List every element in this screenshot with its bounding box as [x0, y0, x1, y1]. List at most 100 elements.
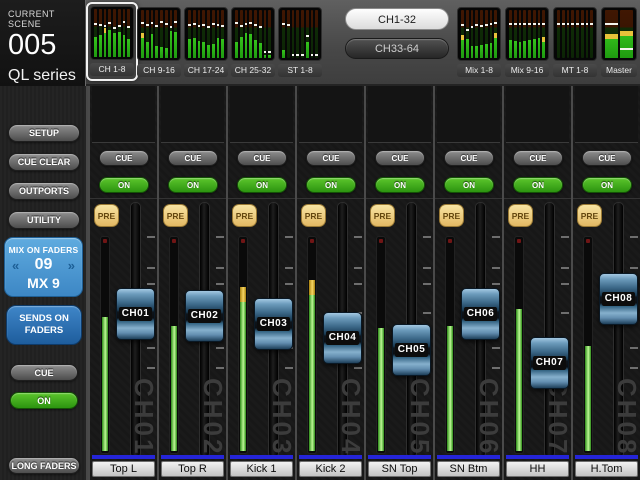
mini-meter-column: [292, 10, 295, 58]
meter-block-mix-1-8[interactable]: Mix 1-8: [457, 7, 501, 77]
channel-on-button[interactable]: ON: [444, 177, 494, 193]
channel-cue-button[interactable]: CUE: [513, 150, 563, 166]
meter-block-ch-25-32[interactable]: CH 25-32: [231, 7, 275, 77]
pre-indicator[interactable]: PRE: [301, 204, 326, 227]
cue-clear-button[interactable]: CUE CLEAR: [8, 153, 80, 171]
pre-indicator[interactable]: PRE: [577, 204, 602, 227]
fader-knob[interactable]: CH01: [116, 288, 155, 340]
eq-display-area[interactable]: [506, 86, 569, 143]
channel-name-box[interactable]: HH: [506, 461, 569, 477]
eq-display-area[interactable]: [230, 86, 293, 143]
meter-block-master[interactable]: Master: [601, 7, 637, 77]
fader-scale-tick: [147, 267, 155, 269]
outports-button[interactable]: OUTPORTS: [8, 182, 80, 200]
eq-display-area[interactable]: [92, 86, 155, 143]
mini-fader-mark: [259, 26, 262, 28]
channel-on-button[interactable]: ON: [582, 177, 632, 193]
channel-strips: CUEONPRECH01CH01Top LCUEONPRECH02CH02Top…: [88, 86, 640, 480]
pre-indicator[interactable]: PRE: [439, 204, 464, 227]
mini-meter-column: [207, 10, 210, 58]
channel-on-button[interactable]: ON: [306, 177, 356, 193]
mini-meter-column: [301, 10, 304, 58]
channel-cue-button[interactable]: CUE: [306, 150, 356, 166]
eq-display-area[interactable]: [575, 86, 638, 143]
fader-knob[interactable]: CH02: [185, 290, 224, 342]
current-scene-label: CURRENT SCENE: [8, 9, 85, 29]
eq-display-area[interactable]: [437, 86, 500, 143]
channel-name-box[interactable]: H.Tom: [575, 461, 638, 477]
pre-indicator[interactable]: PRE: [370, 204, 395, 227]
channel-meter: [100, 236, 110, 454]
mini-meter-level: [254, 40, 257, 58]
fader-scale-tick: [285, 283, 293, 285]
clip-indicator: [103, 239, 107, 243]
meter-block-mix-9-16[interactable]: Mix 9-16: [505, 7, 549, 77]
meter-block-label: CH 25-32: [231, 64, 275, 77]
channel-name-box[interactable]: Kick 2: [299, 461, 362, 477]
fader-knob[interactable]: CH05: [392, 324, 431, 376]
bank-button-ch1-32[interactable]: CH1-32: [345, 8, 449, 30]
fader-scale-tick: [285, 267, 293, 269]
sidebar-cue-button[interactable]: CUE: [10, 364, 78, 381]
fader-scale-tick: [630, 267, 638, 269]
bank-button-ch33-64[interactable]: CH33-64: [345, 38, 449, 59]
long-faders-button[interactable]: LONG FADERS: [8, 457, 80, 474]
mini-meter-peak: [494, 33, 497, 38]
channel-name-box[interactable]: Kick 1: [230, 461, 293, 477]
channel-on-button[interactable]: ON: [237, 177, 287, 193]
mini-fader-mark: [99, 24, 102, 26]
channel-cue-button[interactable]: CUE: [99, 150, 149, 166]
eq-display-area[interactable]: [368, 86, 431, 143]
channel-name-box[interactable]: SN Top: [368, 461, 431, 477]
pre-indicator[interactable]: PRE: [94, 204, 119, 227]
fader-knob[interactable]: CH08: [599, 273, 638, 325]
channel-cue-button[interactable]: CUE: [237, 150, 287, 166]
channel-cue-button[interactable]: CUE: [168, 150, 218, 166]
mini-meter-column: [160, 10, 163, 58]
meter-block-ch-17-24[interactable]: CH 17-24: [184, 7, 228, 77]
mini-fader-mark: [490, 23, 493, 25]
fader-knob[interactable]: CH06: [461, 288, 500, 340]
mini-meter-level: [188, 39, 191, 58]
pre-indicator[interactable]: PRE: [163, 204, 188, 227]
pre-indicator[interactable]: PRE: [232, 204, 257, 227]
mini-meter-level: [127, 39, 130, 57]
channel-on-button[interactable]: ON: [99, 177, 149, 193]
mini-fader-mark: [292, 54, 295, 56]
channel-cue-button[interactable]: CUE: [582, 150, 632, 166]
fader-knob[interactable]: CH04: [323, 312, 362, 364]
mini-fader-mark: [581, 23, 584, 25]
channel-name-box[interactable]: Top L: [92, 461, 155, 477]
current-scene-panel[interactable]: CURRENT SCENE 005 QL series: [0, 0, 86, 86]
sidebar-on-button[interactable]: ON: [10, 392, 78, 409]
meter-block-ch-1-8[interactable]: CH 1-8: [86, 2, 138, 81]
channel-on-button[interactable]: ON: [168, 177, 218, 193]
sends-on-faders-button[interactable]: SENDS ON FADERS: [6, 305, 82, 345]
mini-fader-mark: [240, 25, 243, 27]
mini-fader-mark: [533, 23, 536, 25]
fader-knob[interactable]: CH03: [254, 298, 293, 350]
fader-scale-tick: [285, 236, 293, 238]
setup-button[interactable]: SETUP: [8, 124, 80, 142]
meter-block-mt-1-8[interactable]: MT 1-8: [553, 7, 597, 77]
mix-on-faders-panel[interactable]: MIX ON FADERS « 09 » MX 9: [4, 237, 83, 297]
mini-meter-level: [174, 32, 177, 58]
channel-cue-button[interactable]: CUE: [444, 150, 494, 166]
channel-on-button[interactable]: ON: [513, 177, 563, 193]
eq-display-area[interactable]: [161, 86, 224, 143]
channel-on-button[interactable]: ON: [375, 177, 425, 193]
mini-meter-column: [485, 10, 488, 58]
meter-block-ch-9-16[interactable]: CH 9-16: [137, 7, 181, 77]
mix-prev-icon[interactable]: «: [12, 259, 19, 272]
channel-cue-button[interactable]: CUE: [375, 150, 425, 166]
pre-indicator[interactable]: PRE: [508, 204, 533, 227]
utility-button[interactable]: UTILITY: [8, 211, 80, 229]
mini-meter-level: [118, 32, 121, 57]
meter-block-st-1-8[interactable]: ST 1-8: [278, 7, 322, 77]
channel-name-box[interactable]: Top R: [161, 461, 224, 477]
mini-meter-column: [296, 10, 299, 58]
eq-display-area[interactable]: [299, 86, 362, 143]
fader-knob[interactable]: CH07: [530, 337, 569, 389]
channel-name-box[interactable]: SN Btm: [437, 461, 500, 477]
mix-next-icon[interactable]: »: [68, 259, 75, 272]
